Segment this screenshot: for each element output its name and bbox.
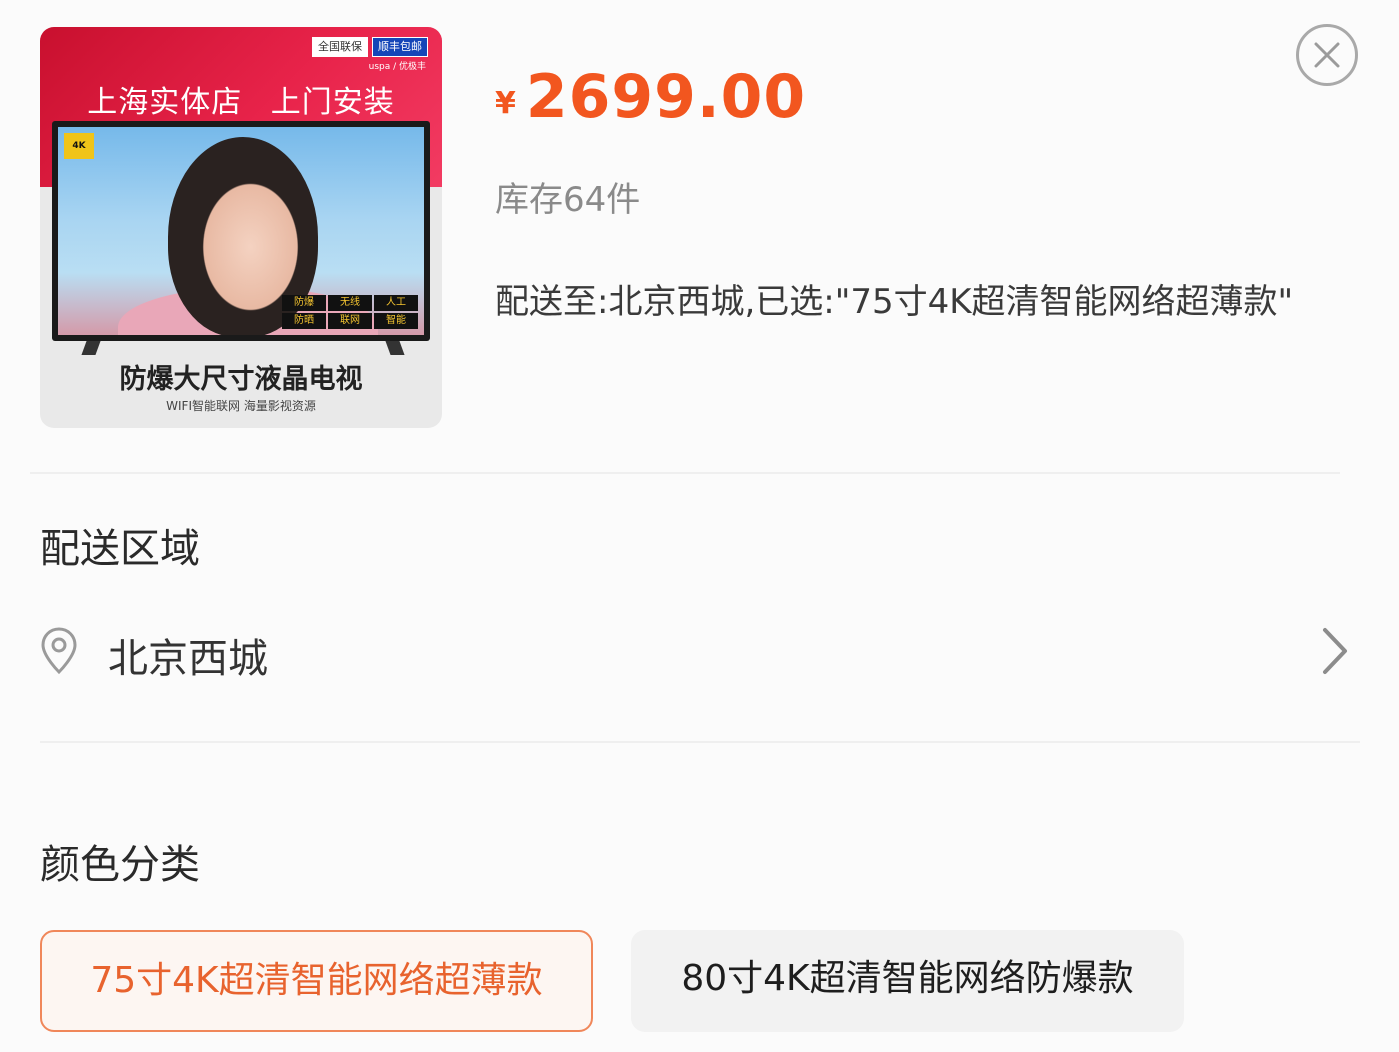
feature-tag: 人工 bbox=[374, 295, 418, 311]
feature-tag: 防晒 bbox=[282, 313, 326, 329]
divider bbox=[30, 472, 1340, 474]
chevron-right-icon bbox=[1323, 628, 1347, 674]
currency-symbol: ¥ bbox=[495, 86, 516, 121]
stock-count: 库存64件 bbox=[495, 180, 641, 220]
location-pin-icon bbox=[41, 627, 77, 675]
image-subcaption: WIFI智能联网 海量影视资源 bbox=[166, 399, 316, 413]
price-value: 2699.00 bbox=[525, 62, 807, 132]
feature-tag: 防爆 bbox=[282, 295, 326, 311]
image-badges: 全国联保 顺丰包邮 bbox=[312, 37, 428, 57]
image-caption: 防爆大尺寸液晶电视 bbox=[119, 364, 363, 395]
product-price: ¥2699.00 bbox=[495, 62, 806, 132]
delivery-area-title: 配送区域 bbox=[40, 526, 200, 572]
feature-tag: 无线 bbox=[328, 295, 372, 311]
divider bbox=[40, 741, 1360, 743]
delivery-area-selector[interactable]: 北京西城 bbox=[40, 622, 1350, 682]
image-badge-shipping: 顺丰包邮 bbox=[372, 37, 428, 57]
close-icon bbox=[1314, 42, 1340, 68]
tv-screen: 4K 防爆 无线 人工 防晒 联网 智能 bbox=[58, 127, 424, 335]
color-option[interactable]: 80寸4K超清智能网络防爆款 bbox=[631, 930, 1184, 1032]
image-brand-mark: uspa / 优极丰 bbox=[368, 62, 426, 72]
color-category-title: 颜色分类 bbox=[40, 842, 200, 888]
delivery-area-value: 北京西城 bbox=[108, 636, 268, 682]
tv-stand-right bbox=[385, 341, 405, 355]
image-badge-warranty: 全国联保 bbox=[312, 37, 368, 57]
close-button[interactable] bbox=[1296, 24, 1358, 86]
delivery-summary: 配送至:北京西城,已选:"75寸4K超清智能网络超薄款" bbox=[495, 282, 1294, 322]
product-image[interactable]: 全国联保 顺丰包邮 uspa / 优极丰 上海实体店 上门安装 4K 防爆 无线… bbox=[40, 27, 442, 428]
color-option-selected[interactable]: 75寸4K超清智能网络超薄款 bbox=[40, 930, 593, 1032]
tv-stand-left bbox=[81, 341, 101, 355]
screen-4k-tag: 4K bbox=[64, 133, 94, 159]
feature-tags: 防爆 无线 人工 防晒 联网 智能 bbox=[282, 295, 418, 329]
feature-tag: 智能 bbox=[374, 313, 418, 329]
feature-tag: 联网 bbox=[328, 313, 372, 329]
tv-illustration: 4K 防爆 无线 人工 防晒 联网 智能 bbox=[52, 121, 430, 341]
image-slogan: 上海实体店 上门安装 bbox=[87, 85, 395, 120]
